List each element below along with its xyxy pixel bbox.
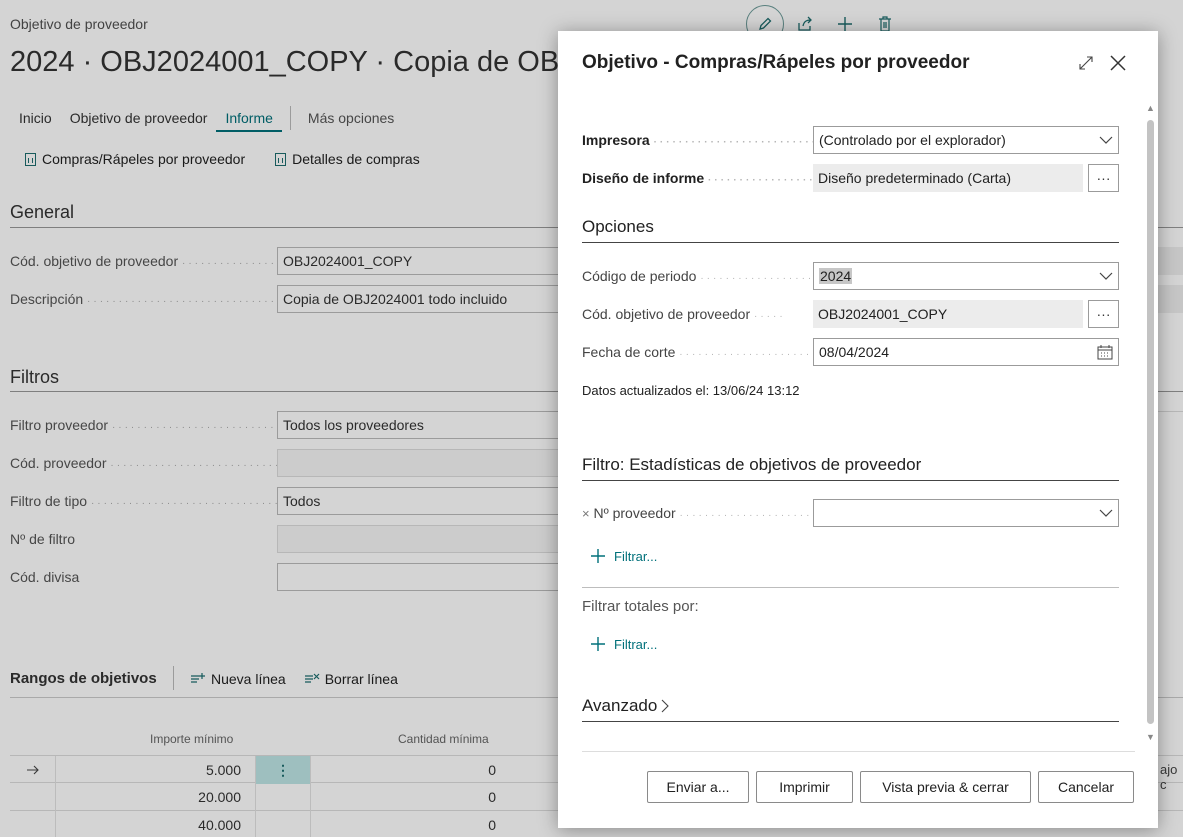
ellipsis-icon: ··· — [1096, 170, 1111, 186]
ellipsis-icon: ··· — [1096, 306, 1111, 322]
printer-value: (Controlado por el explorador) — [819, 132, 1006, 148]
report-request-dialog: Objetivo - Compras/Rápeles por proveedor… — [558, 31, 1158, 828]
layout-lookup-button[interactable]: ··· — [1088, 164, 1119, 192]
target-code-row: Cód. objetivo de proveedor ····· OBJ2024… — [582, 300, 1119, 328]
data-updated-note: Datos actualizados el: 13/06/24 13:12 — [582, 383, 800, 398]
scroll-down-icon[interactable]: ▼ — [1146, 732, 1155, 742]
advanced-label: Avanzado — [582, 696, 658, 715]
cutoff-value: 08/04/2024 — [819, 344, 890, 360]
dialog-title: Objetivo - Compras/Rápeles por proveedor — [582, 52, 970, 73]
target-code-lookup-button[interactable]: ··· — [1088, 300, 1119, 328]
dot-leader: ······························· — [679, 349, 813, 360]
remove-filter-icon[interactable]: × — [582, 506, 590, 521]
vendor-filter-select[interactable] — [813, 499, 1119, 527]
add-filter-link[interactable]: Filtrar... — [590, 548, 657, 564]
expand-button[interactable] — [1074, 51, 1098, 75]
target-code-value: OBJ2024001_COPY — [818, 306, 948, 322]
target-code-field[interactable]: OBJ2024001_COPY — [813, 300, 1083, 328]
advanced-section-toggle[interactable]: Avanzado — [582, 696, 1119, 722]
filter-heading: Filtro: Estadísticas de objetivos de pro… — [582, 455, 1119, 481]
dot-leader: ····· — [754, 311, 786, 322]
chevron-down-icon — [1099, 136, 1113, 144]
add-filter-label: Filtrar... — [614, 548, 658, 564]
period-row: Código de periodo ······················… — [582, 262, 1119, 290]
add-totals-filter-link[interactable]: Filtrar... — [590, 636, 657, 652]
chevron-down-icon — [1099, 509, 1113, 517]
totals-filter-label: Filtrar totales por: — [582, 598, 699, 615]
layout-value: Diseño predeterminado (Carta) — [818, 170, 1011, 186]
layout-field[interactable]: Diseño predeterminado (Carta) — [813, 164, 1083, 192]
dot-leader: ··························· — [700, 273, 813, 284]
close-button[interactable] — [1106, 51, 1130, 75]
calendar-icon[interactable] — [1097, 344, 1113, 360]
period-value: 2024 — [819, 268, 853, 284]
cutoff-date-input[interactable]: 08/04/2024 — [813, 338, 1119, 366]
vendor-filter-row: × Nº proveedor ····················· — [582, 499, 1119, 527]
cancel-button[interactable]: Cancelar — [1038, 771, 1134, 803]
close-icon — [1110, 55, 1126, 71]
dialog-scrollbar[interactable]: ▲ ▼ — [1145, 103, 1155, 742]
target-code-label: Cód. objetivo de proveedor — [582, 306, 751, 322]
period-select[interactable]: 2024 — [813, 262, 1119, 290]
vendor-filter-label: Nº proveedor — [593, 505, 676, 521]
printer-select[interactable]: (Controlado por el explorador) — [813, 126, 1119, 154]
plus-icon — [591, 549, 605, 563]
dot-leader: ·································· — [653, 137, 813, 148]
printer-label: Impresora — [582, 132, 650, 148]
chevron-right-icon — [661, 699, 670, 713]
layout-label: Diseño de informe — [582, 170, 705, 186]
printer-row: Impresora ······························… — [582, 126, 1119, 154]
cutoff-label: Fecha de corte — [582, 344, 676, 360]
chevron-down-icon — [1099, 272, 1113, 280]
preview-close-button[interactable]: Vista previa & cerrar — [860, 771, 1031, 803]
layout-row: Diseño de informe ······················… — [582, 164, 1119, 192]
print-button[interactable]: Imprimir — [756, 771, 853, 803]
filter-divider — [582, 587, 1119, 588]
expand-icon — [1079, 56, 1093, 70]
scroll-up-icon[interactable]: ▲ — [1146, 103, 1155, 113]
dot-leader: ····················· — [679, 510, 813, 521]
cutoff-row: Fecha de corte ·························… — [582, 338, 1119, 366]
options-heading: Opciones — [582, 217, 1119, 243]
plus-icon — [591, 637, 605, 651]
dot-leader: ·························· — [708, 175, 813, 186]
send-to-button[interactable]: Enviar a... — [647, 771, 749, 803]
scroll-thumb[interactable] — [1147, 120, 1154, 724]
add-totals-filter-label: Filtrar... — [614, 636, 658, 652]
period-label: Código de periodo — [582, 268, 697, 284]
footer-divider — [582, 751, 1135, 752]
